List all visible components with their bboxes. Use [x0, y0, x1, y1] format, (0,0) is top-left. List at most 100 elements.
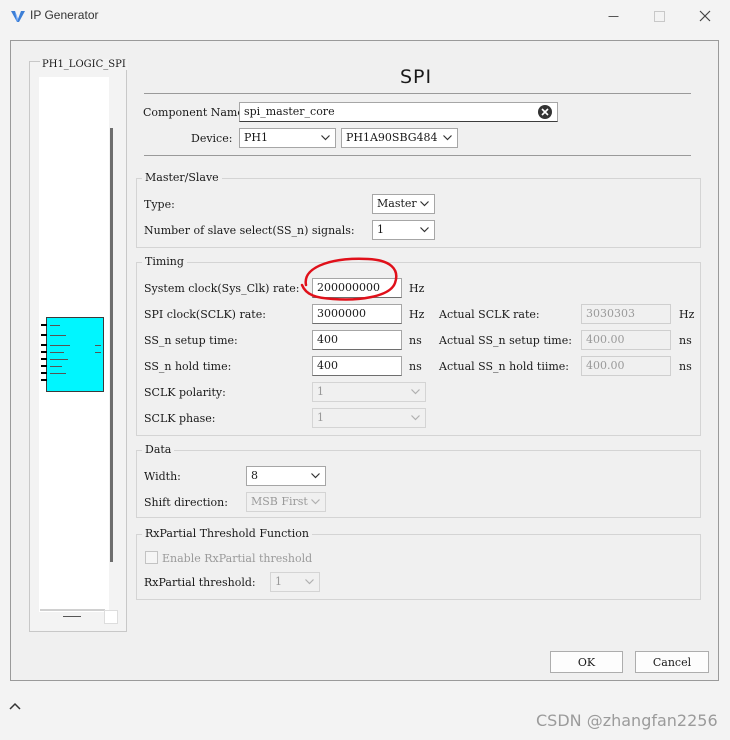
sys-clk-unit: Hz — [409, 282, 425, 295]
type-value: Master — [377, 197, 417, 210]
actual-hold-unit: ns — [679, 360, 692, 373]
header-divider — [144, 93, 691, 94]
ip-pin — [41, 334, 47, 336]
width-label: Width: — [144, 470, 181, 483]
close-button[interactable] — [682, 2, 728, 30]
shift-direction-select[interactable]: MSB First — [246, 492, 326, 512]
sclk-label: SPI clock(SCLK) rate: — [144, 308, 266, 321]
sys-clk-label: System clock(Sys_Clk) rate: — [144, 282, 300, 295]
setup-time-unit: ns — [409, 334, 422, 347]
device-family-select[interactable]: PH1 — [239, 128, 336, 148]
rxpartial-threshold-label: RxPartial threshold: — [144, 576, 256, 589]
hold-time-input[interactable]: 400 — [312, 356, 402, 376]
app-logo-icon — [10, 9, 26, 23]
actual-hold-label: Actual SS_n hold tiime: — [439, 360, 570, 373]
rxpartial-threshold-select[interactable]: 1 — [270, 572, 320, 592]
red-highlight-annotation — [298, 255, 400, 305]
ip-pin — [41, 351, 47, 353]
minimize-button[interactable] — [590, 2, 636, 30]
ip-pin — [41, 344, 47, 346]
actual-setup-label: Actual SS_n setup time: — [439, 334, 572, 347]
sclk-polarity-select[interactable]: 1 — [312, 382, 426, 402]
chevron-up-icon[interactable] — [8, 700, 22, 712]
rxpartial-group — [136, 534, 701, 600]
actual-setup-field: 400.00 — [581, 330, 671, 350]
sclk-unit: Hz — [409, 308, 425, 321]
shift-direction-label: Shift direction: — [144, 496, 228, 509]
data-title: Data — [142, 443, 175, 456]
ok-button[interactable]: OK — [550, 651, 623, 673]
component-name-input[interactable]: spi_master_core — [239, 102, 558, 122]
preview-vertical-scrollbar[interactable] — [110, 128, 113, 562]
ip-pin-label — [50, 366, 62, 367]
chevron-down-icon — [419, 198, 430, 209]
ip-pin-label — [50, 352, 64, 353]
sclk-input[interactable]: 3000000 — [312, 304, 402, 324]
type-select[interactable]: Master — [372, 194, 435, 214]
chevron-down-icon — [304, 576, 315, 587]
sclk-phase-select[interactable]: 1 — [312, 408, 426, 428]
setup-time-label: SS_n setup time: — [144, 334, 238, 347]
rxpartial-threshold-value: 1 — [275, 575, 282, 588]
sclk-polarity-label: SCLK polarity: — [144, 386, 226, 399]
device-family-value: PH1 — [244, 131, 268, 144]
preview-scroll-corner — [104, 610, 118, 624]
shift-direction-value: MSB First — [251, 495, 308, 508]
minimize-icon — [608, 15, 618, 17]
setup-time-input[interactable]: 400 — [312, 330, 402, 350]
actual-sclk-label: Actual SCLK rate: — [439, 308, 540, 321]
preview-title: PH1_LOGIC_SPI — [40, 59, 128, 70]
chevron-down-icon — [320, 132, 331, 143]
actual-sclk-value: 3030303 — [586, 307, 635, 320]
ip-pin — [41, 324, 47, 326]
cancel-button[interactable]: Cancel — [635, 651, 709, 673]
slave-count-select[interactable]: 1 — [372, 220, 435, 240]
timing-title: Timing — [142, 255, 187, 268]
preview-horizontal-scrollbar[interactable] — [40, 609, 105, 611]
maximize-button[interactable] — [636, 2, 682, 30]
clear-icon — [538, 105, 552, 119]
sclk-value: 3000000 — [317, 307, 366, 320]
chevron-down-icon — [310, 496, 321, 507]
window-title: IP Generator — [30, 8, 99, 22]
ip-pin — [41, 358, 47, 360]
rxpartial-title: RxPartial Threshold Function — [142, 527, 312, 540]
device-part-value: PH1A90SBG484 — [346, 131, 438, 144]
chevron-down-icon — [442, 132, 453, 143]
hold-time-unit: ns — [409, 360, 422, 373]
ip-pin-label — [50, 373, 66, 374]
chevron-down-icon — [310, 470, 321, 481]
device-label: Device: — [191, 132, 233, 145]
device-part-select[interactable]: PH1A90SBG484 — [341, 128, 458, 148]
clear-button[interactable] — [537, 104, 553, 120]
close-icon — [699, 10, 711, 22]
master-slave-title: Master/Slave — [142, 171, 222, 184]
sclk-polarity-value: 1 — [317, 385, 324, 398]
width-value: 8 — [251, 469, 258, 482]
actual-hold-value: 400.00 — [586, 359, 625, 372]
setup-time-value: 400 — [317, 333, 338, 346]
actual-sclk-unit: Hz — [679, 308, 695, 321]
chevron-down-icon — [419, 224, 430, 235]
ip-symbol-block — [41, 317, 104, 392]
chevron-down-icon — [410, 412, 421, 423]
component-name-value: spi_master_core — [244, 105, 335, 118]
sclk-phase-value: 1 — [317, 411, 324, 424]
ip-pin — [41, 379, 47, 381]
watermark: CSDN @zhangfan2256 — [536, 711, 718, 730]
slave-count-label: Number of slave select(SS_n) signals: — [144, 224, 355, 237]
sclk-phase-label: SCLK phase: — [144, 412, 216, 425]
width-select[interactable]: 8 — [246, 466, 326, 486]
actual-sclk-field: 3030303 — [581, 304, 671, 324]
header-divider — [144, 155, 691, 156]
enable-rxpartial-checkbox[interactable] — [145, 551, 158, 564]
actual-setup-value: 400.00 — [586, 333, 625, 346]
ip-pin-label — [50, 359, 68, 360]
preview-scroll-thumb[interactable] — [63, 616, 81, 617]
ip-pin-label — [95, 352, 101, 353]
ip-pin — [41, 372, 47, 374]
ip-pin — [41, 365, 47, 367]
maximize-icon — [653, 10, 665, 22]
hold-time-value: 400 — [317, 359, 338, 372]
component-name-label: Component Name: — [143, 106, 248, 119]
